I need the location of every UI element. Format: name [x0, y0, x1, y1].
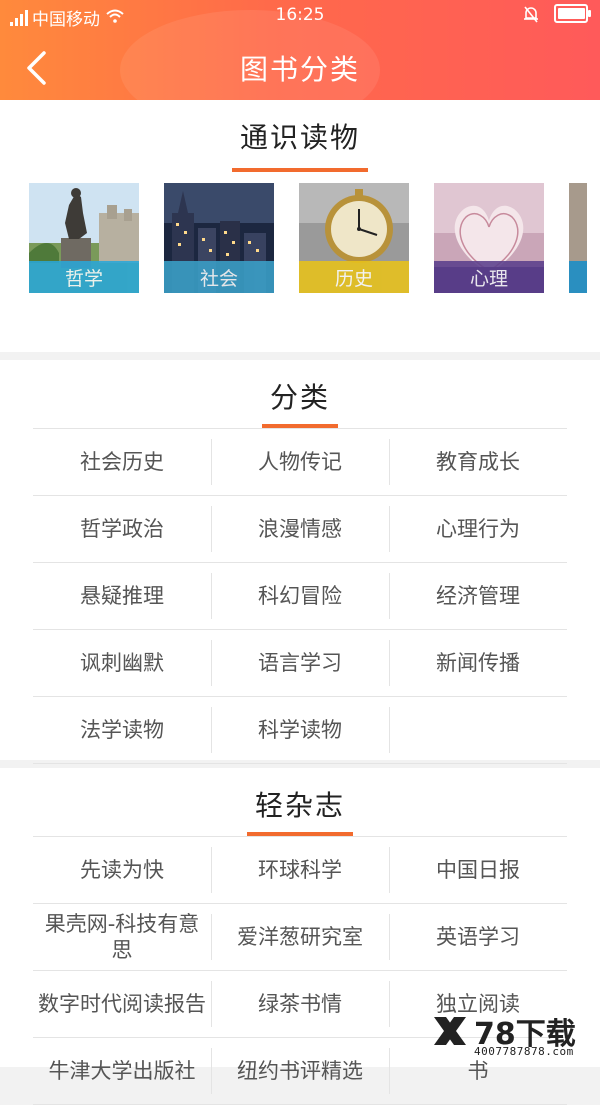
section-title: 分类 [269, 381, 330, 414]
clock: 16:25 [275, 5, 325, 25]
category-item[interactable]: 经济管理 [389, 563, 567, 629]
magazine-item[interactable]: 先读为快 [33, 837, 211, 903]
category-item[interactable]: 教育成长 [389, 429, 567, 495]
section-title: 轻杂志 [254, 789, 345, 822]
topic-carousel[interactable]: 哲学 社会 历史 心理 [29, 183, 587, 293]
battery-level [558, 8, 585, 19]
mute-bell-icon [522, 5, 540, 23]
topic-band: 历史 [299, 261, 409, 293]
grid-row: 哲学政治 浪漫情感 心理行为 [33, 496, 567, 563]
category-item[interactable]: 科学读物 [211, 697, 389, 763]
next-topic-image [569, 183, 587, 293]
empty-cell [389, 697, 567, 763]
magazine-item[interactable]: 英语学习 [389, 904, 567, 970]
category-item[interactable]: 人物传记 [211, 429, 389, 495]
magazine-item[interactable]: 数字时代阅读报告 [33, 971, 211, 1037]
magazine-item[interactable]: 爱洋葱研究室 [211, 904, 389, 970]
category-grid: 社会历史 人物传记 教育成长 哲学政治 浪漫情感 心理行为 悬疑推理 科幻冒险 经济管理 讽刺幽默… [33, 428, 567, 764]
category-item[interactable]: 讽刺幽默 [33, 630, 211, 696]
section-underline [232, 168, 368, 172]
grid-row: 先读为快 环球科学 中国日报 [33, 837, 567, 904]
category-item[interactable]: 语言学习 [211, 630, 389, 696]
topic-society[interactable]: 社会 [164, 183, 274, 293]
watermark-logo-icon [434, 1017, 466, 1045]
category-item[interactable]: 新闻传播 [389, 630, 567, 696]
category-item[interactable]: 哲学政治 [33, 496, 211, 562]
category-item[interactable]: 心理行为 [389, 496, 567, 562]
page-title: 图书分类 [239, 53, 360, 86]
magazine-item[interactable]: 果壳网-科技有意思 [33, 904, 211, 970]
topic-band: 社会 [164, 261, 274, 293]
category-item[interactable]: 科幻冒险 [211, 563, 389, 629]
topic-next-peek[interactable] [569, 183, 587, 293]
topic-psychology[interactable]: 心理 [434, 183, 544, 293]
general-reading-section: 通识读物 哲学 社会 历史 心理 [0, 100, 600, 352]
magazine-item[interactable]: 绿茶书情 [211, 971, 389, 1037]
app-header: 中国移动 16:25 图书分类 [0, 0, 600, 100]
topic-philosophy[interactable]: 哲学 [29, 183, 139, 293]
magazine-grid: 先读为快 环球科学 中国日报 果壳网-科技有意思 爱洋葱研究室 英语学习 数字时代阅读报告绿… [33, 836, 567, 1105]
topic-label: 心理 [469, 267, 508, 290]
topic-label: 哲学 [64, 267, 103, 290]
status-bar: 中国移动 16:25 [0, 0, 600, 32]
categories-section: 分类 社会历史 人物传记 教育成长 哲学政治 浪漫情感 心理行为 悬疑推理 科幻冒险 经济管理讽… [0, 360, 600, 764]
topic-label: 社会 [199, 267, 238, 290]
category-item[interactable]: 法学读物 [33, 697, 211, 763]
category-item[interactable]: 浪漫情感 [211, 496, 389, 562]
watermark-url: 4007787878.com [474, 1045, 574, 1058]
magazine-item[interactable]: 牛津大学出版社 [33, 1038, 211, 1104]
site-watermark: 78下载 4007787878.com [430, 1007, 590, 1063]
section-title: 通识读物 [239, 121, 360, 154]
topic-band: 哲学 [29, 261, 139, 293]
category-item[interactable]: 悬疑推理 [33, 563, 211, 629]
topic-history[interactable]: 历史 [299, 183, 409, 293]
grid-row: 悬疑推理 科幻冒险 经济管理 [33, 563, 567, 630]
magazine-item[interactable]: 纽约书评精选 [211, 1038, 389, 1104]
magazine-item[interactable]: 环球科学 [211, 837, 389, 903]
grid-row: 讽刺幽默 语言学习 新闻传播 [33, 630, 567, 697]
battery-icon [554, 4, 591, 23]
grid-row: 法学读物 科学读物 [33, 697, 567, 764]
grid-row: 果壳网-科技有意思 爱洋葱研究室 英语学习 [33, 904, 567, 971]
category-item[interactable]: 社会历史 [33, 429, 211, 495]
magazine-item[interactable]: 中国日报 [389, 837, 567, 903]
grid-row: 社会历史 人物传记 教育成长 [33, 429, 567, 496]
topic-band: 心理 [434, 261, 544, 293]
topic-label: 历史 [334, 267, 373, 290]
